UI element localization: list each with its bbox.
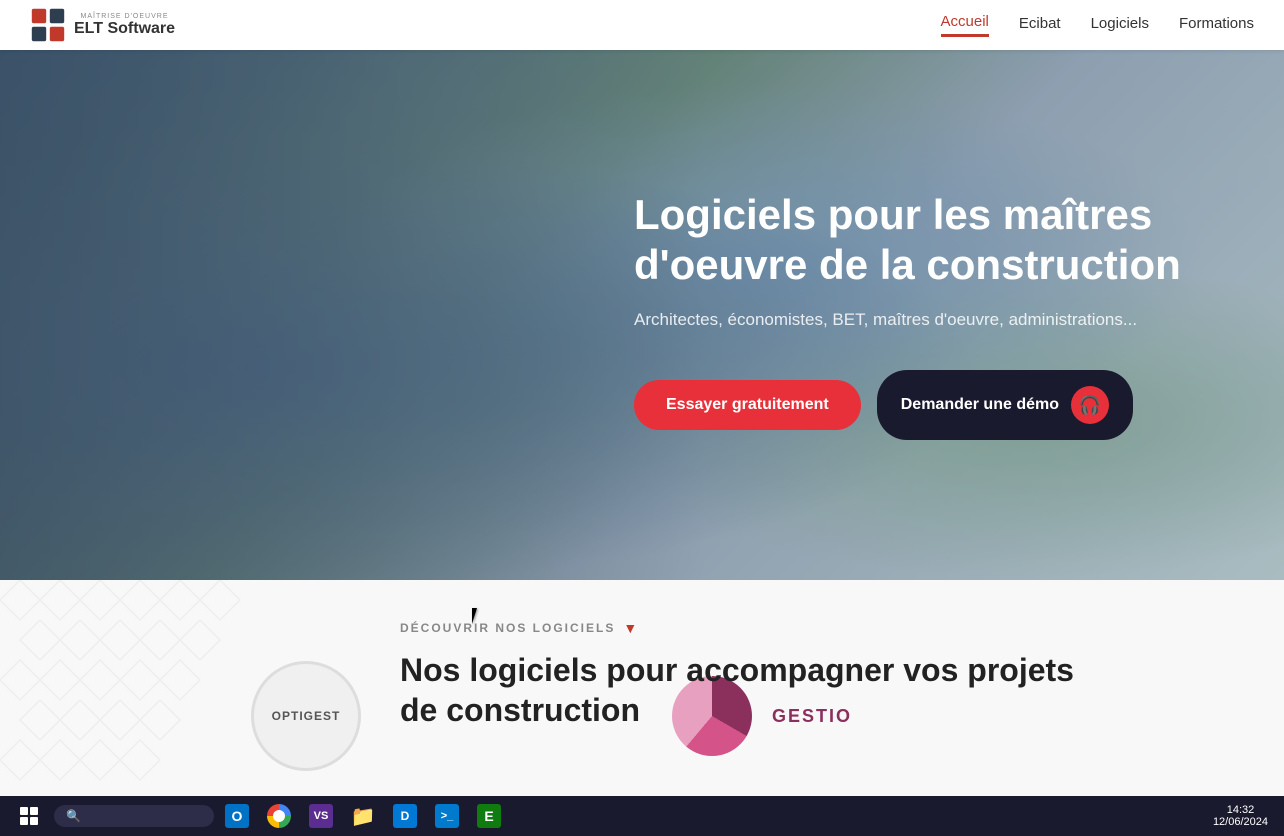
label-arrow-icon: ▼	[623, 620, 637, 636]
hero-content: Logiciels pour les maîtres d'oeuvre de l…	[634, 190, 1284, 441]
hero-background: Logiciels pour les maîtres d'oeuvre de l…	[0, 50, 1284, 580]
try-free-button[interactable]: Essayer gratuitement	[634, 380, 861, 430]
devtools-icon: D	[393, 804, 417, 828]
taskbar-right: 14:32 12/06/2024	[1213, 804, 1276, 828]
hero-subtitle: Architectes, économistes, BET, maîtres d…	[634, 310, 1224, 330]
folder-icon: 📁	[351, 804, 376, 829]
logo-area: MAÎTRISE D'OEUVRE ELT Software	[30, 7, 175, 43]
taskbar-time: 14:32 12/06/2024	[1213, 804, 1268, 828]
taskbar-app-chrome[interactable]	[260, 798, 298, 834]
vscode-icon: >_	[435, 804, 459, 828]
hero-buttons: Essayer gratuitement Demander une démo 🎧	[634, 370, 1224, 440]
hero-overlay	[0, 50, 706, 580]
taskbar-app-folder[interactable]: 📁	[344, 798, 382, 834]
headset-icon: 🎧	[1071, 386, 1109, 424]
logo-icon	[30, 7, 66, 43]
taskbar: 🔍 O VS 📁 D >_ E 14:32 12/06/2024	[0, 796, 1284, 836]
nav-formations[interactable]: Formations	[1179, 15, 1254, 36]
section-title: Nos logiciels pour accompagner vos proje…	[400, 650, 1100, 730]
logo-text: MAÎTRISE D'OEUVRE ELT Software	[74, 13, 175, 38]
taskbar-app-extra[interactable]: E	[470, 798, 508, 834]
hero-title: Logiciels pour les maîtres d'oeuvre de l…	[634, 190, 1224, 291]
start-button[interactable]	[8, 798, 50, 834]
demo-button-label: Demander une démo	[901, 396, 1059, 414]
visual-studio-icon: VS	[309, 804, 333, 828]
section-content: DÉCOUVRIR NOS LOGICIELS ▼ Nos logiciels …	[0, 580, 1284, 750]
nav-ecibat[interactable]: Ecibat	[1019, 15, 1061, 36]
logo-subtitle: MAÎTRISE D'OEUVRE	[81, 13, 169, 20]
clock-time: 14:32	[1213, 804, 1268, 816]
logo-brand: ELT Software	[74, 20, 175, 38]
demo-button[interactable]: Demander une démo 🎧	[877, 370, 1133, 440]
taskbar-search[interactable]: 🔍	[54, 805, 214, 827]
search-icon: 🔍	[66, 809, 81, 823]
clock-date: 12/06/2024	[1213, 816, 1268, 828]
outlook-icon: O	[225, 804, 249, 828]
header: MAÎTRISE D'OEUVRE ELT Software Accueil E…	[0, 0, 1284, 50]
chrome-icon	[267, 804, 291, 828]
taskbar-app-vscode[interactable]: >_	[428, 798, 466, 834]
windows-icon	[20, 807, 38, 825]
section-label-area: DÉCOUVRIR NOS LOGICIELS ▼	[400, 620, 1244, 636]
taskbar-app-vs[interactable]: VS	[302, 798, 340, 834]
hero-section: Logiciels pour les maîtres d'oeuvre de l…	[0, 50, 1284, 580]
nav-accueil[interactable]: Accueil	[941, 13, 989, 37]
section-label-text: DÉCOUVRIR NOS LOGICIELS	[400, 621, 615, 635]
main-nav: Accueil Ecibat Logiciels Formations	[941, 13, 1254, 37]
extra-app-icon: E	[477, 804, 501, 828]
nav-logiciels[interactable]: Logiciels	[1091, 15, 1149, 36]
taskbar-app-outlook[interactable]: O	[218, 798, 256, 834]
taskbar-app-devtools[interactable]: D	[386, 798, 424, 834]
